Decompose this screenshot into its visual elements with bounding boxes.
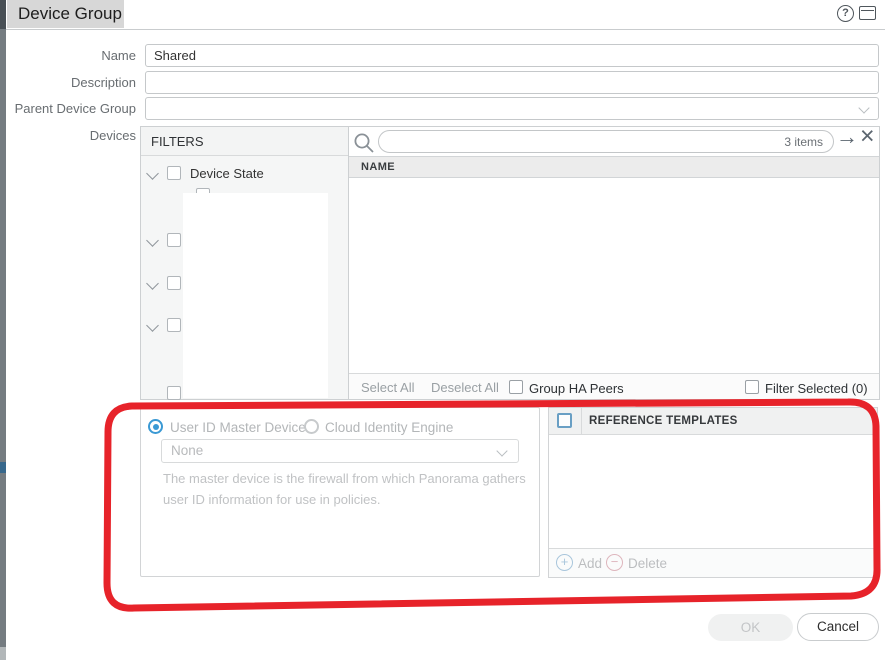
cloud-identity-engine-label[interactable]: Cloud Identity Engine [325,420,453,435]
description-field[interactable] [145,71,879,94]
items-count-badge: 3 items [784,135,823,149]
search-icon [354,133,374,153]
dialog-header [6,0,885,30]
delete-button[interactable]: Delete [628,556,667,571]
device-group-dialog: Device Group ? Name Description Parent D… [0,0,885,660]
dialog-title: Device Group [7,0,124,28]
reference-templates-panel: REFERENCE TEMPLATES + Add − Delete [548,407,878,578]
chevron-down-icon [858,102,870,114]
master-device-section: User ID Master Device Cloud Identity Eng… [140,407,540,577]
apply-filter-arrow-icon[interactable]: → [836,124,858,150]
user-id-master-device-radio[interactable] [148,419,163,434]
group-ha-peers-checkbox[interactable] [509,380,523,394]
reference-templates-title[interactable]: REFERENCE TEMPLATES [589,415,738,427]
filter-group-checkbox[interactable] [167,318,181,332]
redacted-region [183,193,328,398]
background-page-edge-accent [0,462,6,473]
parent-device-group-select[interactable] [145,97,879,120]
help-icon[interactable]: ? [837,5,854,22]
filter-selected-label: Filter Selected (0) [765,381,868,396]
parent-device-group-label: Parent Device Group [14,101,136,116]
devices-label: Devices [89,128,136,143]
background-page-edge [0,0,6,660]
filter-group-checkbox[interactable] [167,276,181,290]
device-state-checkbox[interactable] [167,166,181,180]
filters-header: FILTERS [141,127,348,156]
name-field[interactable] [145,44,879,67]
clear-filter-icon[interactable]: × [860,122,875,151]
device-table-footer: Select All Deselect All Group HA Peers F… [349,373,879,399]
reference-templates-header: REFERENCE TEMPLATES [549,408,877,435]
name-label: Name [101,48,136,63]
reference-templates-select-all-checkbox[interactable] [557,413,572,428]
select-all-link[interactable]: Select All [361,380,414,395]
add-button[interactable]: Add [578,556,602,571]
name-column-header[interactable]: NAME [349,156,879,178]
master-device-select-value: None [171,443,204,458]
description-label: Description [70,75,136,90]
device-search-input[interactable]: 3 items [378,130,834,153]
master-device-select[interactable]: None [161,439,519,463]
reference-templates-footer: + Add − Delete [549,548,877,577]
ok-button[interactable]: OK [708,614,793,641]
cancel-button[interactable]: Cancel [797,613,879,641]
user-id-master-device-label[interactable]: User ID Master Device [170,420,306,435]
delete-icon[interactable]: − [606,554,623,571]
cloud-identity-engine-radio[interactable] [304,419,319,434]
device-state-label: Device State [190,166,264,181]
chevron-down-icon [496,445,508,457]
filter-group-checkbox[interactable] [167,233,181,247]
window-icon[interactable] [859,6,876,20]
filter-leaf-checkbox[interactable] [167,386,181,400]
deselect-all-link[interactable]: Deselect All [431,380,499,395]
add-icon[interactable]: + [556,554,573,571]
background-page-edge-bottom [0,647,6,660]
group-ha-peers-label: Group HA Peers [529,381,624,396]
devices-table: 3 items → × NAME Select All Deselect All… [349,122,880,400]
master-device-help-text: The master device is the firewall from w… [163,471,526,507]
header-divider [581,408,582,434]
filter-selected-checkbox[interactable] [745,380,759,394]
